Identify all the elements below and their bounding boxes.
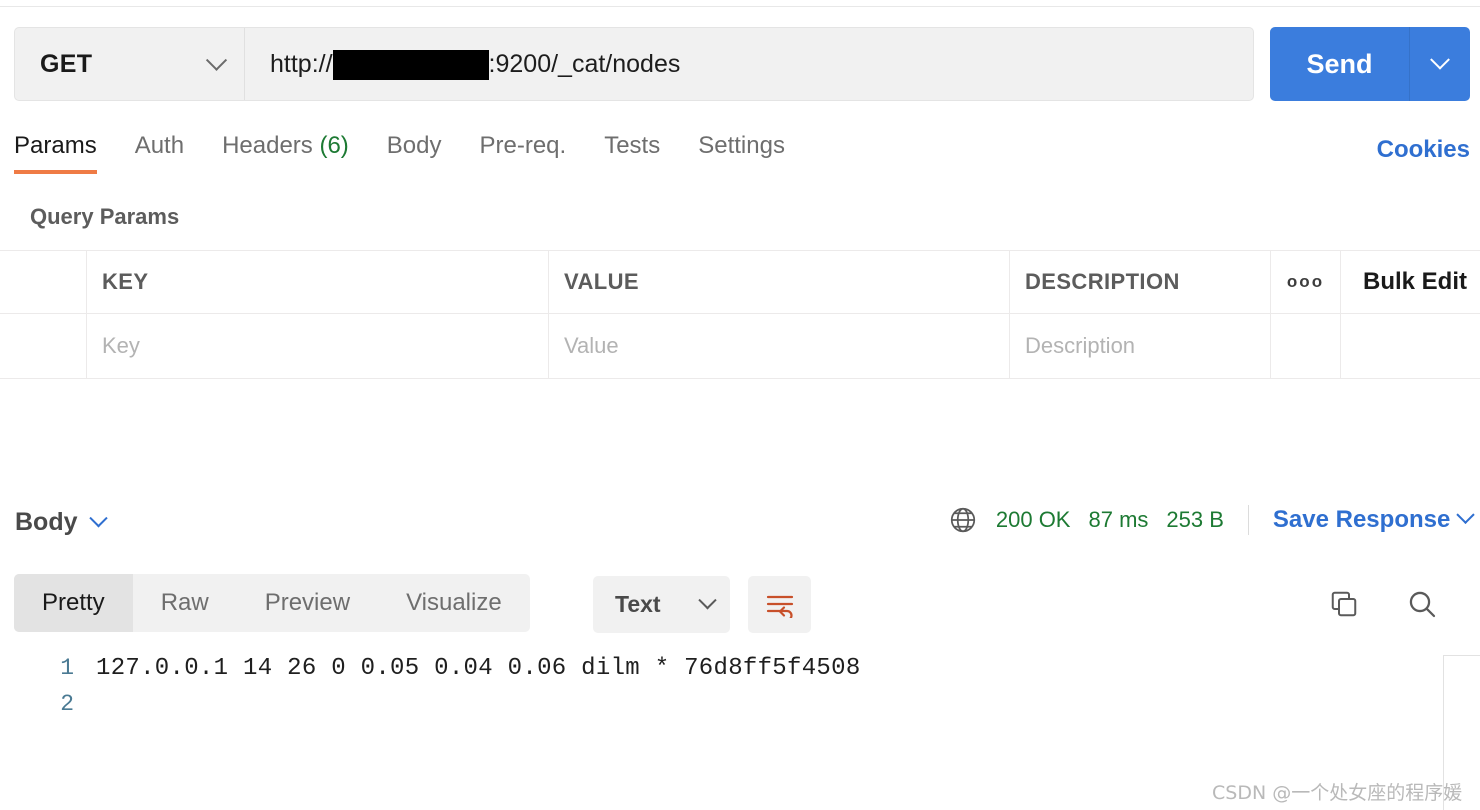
- chevron-down-icon: [88, 509, 108, 528]
- bulk-edit-button[interactable]: Bulk Edit: [1341, 251, 1480, 313]
- text-wrap-icon: [766, 595, 793, 618]
- http-method-selector[interactable]: GET: [15, 28, 245, 100]
- url-suffix: :9200/_cat/nodes: [488, 49, 681, 78]
- tab-visualize[interactable]: Visualize: [378, 574, 530, 632]
- watermark-text: CSDN @一个处女座的程序媛: [1212, 782, 1463, 804]
- wrap-lines-button[interactable]: [748, 576, 811, 633]
- url-text: http:// :9200/_cat/nodes: [270, 49, 681, 80]
- tab-params-label: Params: [14, 132, 97, 159]
- chevron-down-icon: [1456, 505, 1475, 525]
- line-number: 1: [60, 655, 74, 681]
- tab-headers-count: (6): [319, 132, 349, 159]
- url-prefix: http://: [270, 49, 333, 78]
- tab-pre-request[interactable]: Pre-req.: [480, 132, 567, 174]
- header-cell-select: [0, 251, 87, 313]
- row-spacer-cell: [1271, 314, 1341, 378]
- tab-auth[interactable]: Auth: [135, 132, 184, 174]
- response-format-selector[interactable]: Text: [593, 576, 730, 633]
- tab-body[interactable]: Body: [387, 132, 442, 174]
- cookies-link[interactable]: Cookies: [1377, 136, 1470, 164]
- row-end-cell: [1341, 314, 1480, 378]
- chevron-down-icon: [205, 49, 228, 71]
- response-meta-bar: 200 OK 87 ms 253 B Save Response: [948, 505, 1475, 535]
- header-cell-value: VALUE: [549, 251, 1010, 313]
- more-options-button[interactable]: ooo: [1271, 251, 1341, 313]
- copy-response-button[interactable]: [1322, 582, 1366, 626]
- save-response-button[interactable]: Save Response: [1272, 505, 1475, 534]
- query-params-title: Query Params: [30, 204, 180, 229]
- response-view-tabs: Pretty Raw Preview Visualize: [14, 574, 530, 632]
- row-key-placeholder: Key: [102, 333, 140, 358]
- tab-raw-label: Raw: [160, 589, 209, 616]
- row-key-input[interactable]: Key: [87, 314, 549, 378]
- tab-visualize-label: Visualize: [406, 589, 502, 616]
- save-response-label: Save Response: [1272, 506, 1451, 533]
- query-params-table: KEY VALUE DESCRIPTION ooo Bulk Edit Key …: [0, 250, 1480, 379]
- meta-divider: [1247, 505, 1249, 535]
- tab-pre-request-label: Pre-req.: [479, 132, 567, 159]
- tab-headers[interactable]: Headers (6): [222, 132, 349, 174]
- response-body-label: Body: [15, 508, 78, 536]
- search-icon: [1409, 591, 1436, 618]
- row-value-placeholder: Value: [564, 333, 619, 358]
- search-response-button[interactable]: [1400, 582, 1444, 626]
- response-format-label: Text: [615, 591, 661, 617]
- request-tab-bar: Params Auth Headers (6) Body Pre-req. Te…: [14, 132, 823, 174]
- globe-icon: [950, 507, 975, 533]
- table-header-row: KEY VALUE DESCRIPTION ooo Bulk Edit: [0, 251, 1480, 314]
- send-options-button[interactable]: [1410, 27, 1470, 101]
- bulk-edit-label: Bulk Edit: [1363, 268, 1468, 295]
- header-cell-key: KEY: [87, 251, 549, 313]
- row-description-input[interactable]: Description: [1010, 314, 1271, 378]
- response-size: 253 B: [1166, 507, 1224, 532]
- tab-preview-label: Preview: [264, 589, 351, 616]
- line-number: 2: [60, 691, 74, 717]
- tab-headers-label: Headers: [222, 132, 313, 159]
- status-badge: 200 OK: [995, 507, 1071, 532]
- response-time: 87 ms: [1088, 507, 1149, 532]
- http-method-label: GET: [40, 49, 93, 78]
- copy-icon: [1331, 591, 1357, 617]
- url-input[interactable]: http:// :9200/_cat/nodes: [245, 28, 1253, 100]
- chevron-down-icon: [698, 591, 717, 610]
- tab-pretty[interactable]: Pretty: [14, 574, 133, 632]
- tab-body-label: Body: [386, 132, 442, 159]
- header-cell-description: DESCRIPTION: [1010, 251, 1271, 313]
- redaction-bar: [332, 50, 489, 80]
- table-row: Key Value Description: [0, 314, 1480, 378]
- window-top-divider: [0, 6, 1480, 7]
- row-checkbox-cell[interactable]: [0, 314, 87, 378]
- code-line: 1 127.0.0.1 14 26 0 0.05 0.04 0.06 dilm …: [0, 650, 1480, 686]
- tab-tests[interactable]: Tests: [604, 132, 660, 174]
- row-value-input[interactable]: Value: [549, 314, 1010, 378]
- row-description-placeholder: Description: [1025, 333, 1136, 358]
- send-button-label: Send: [1306, 48, 1373, 79]
- tab-settings-label: Settings: [698, 132, 785, 159]
- chevron-down-icon: [1430, 49, 1450, 70]
- tab-params[interactable]: Params: [14, 132, 97, 174]
- send-button-group: Send: [1270, 27, 1470, 101]
- tab-tests-label: Tests: [604, 132, 661, 159]
- header-key-label: KEY: [102, 269, 149, 294]
- request-url-bar: GET http:// :9200/_cat/nodes: [14, 27, 1254, 101]
- tab-settings[interactable]: Settings: [698, 132, 785, 174]
- code-line: 2: [0, 686, 1480, 722]
- tab-auth-label: Auth: [134, 132, 185, 159]
- tab-raw[interactable]: Raw: [133, 574, 237, 632]
- response-body-selector[interactable]: Body: [15, 508, 108, 537]
- header-value-label: VALUE: [564, 269, 639, 294]
- ellipsis-icon: ooo: [1286, 272, 1325, 291]
- header-description-label: DESCRIPTION: [1025, 269, 1180, 294]
- tab-preview[interactable]: Preview: [237, 574, 378, 632]
- send-button[interactable]: Send: [1270, 27, 1410, 101]
- tab-pretty-label: Pretty: [42, 589, 105, 616]
- line-text: 127.0.0.1 14 26 0 0.05 0.04 0.06 dilm * …: [96, 654, 861, 682]
